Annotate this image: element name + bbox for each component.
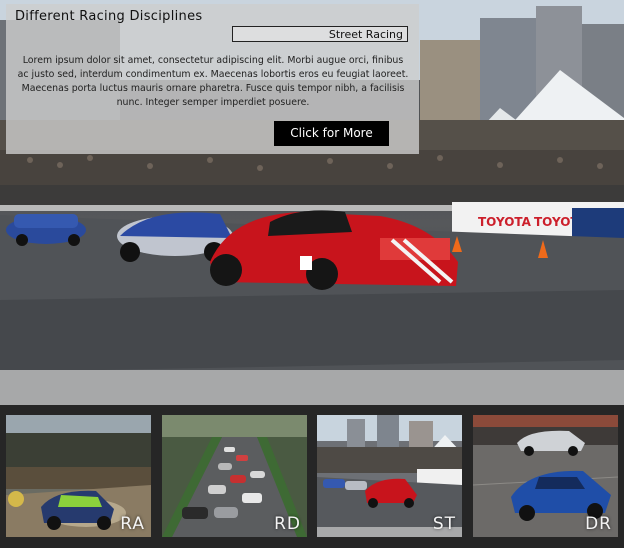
thumbnail-road-racing[interactable]: RD	[162, 415, 307, 537]
red-race-car	[210, 210, 458, 290]
hero-image: TOYOTA TOYOTA Different Racing Disciplin…	[0, 0, 624, 405]
thumbnail-label-dr: DR	[585, 514, 612, 534]
thumbnail-rally[interactable]: RA	[6, 415, 151, 537]
click-for-more-button[interactable]: Click for More	[274, 121, 389, 146]
thumbnail-drift[interactable]: DR	[473, 415, 618, 537]
svg-text:TOYOTA: TOYOTA	[478, 215, 532, 229]
thumbnail-street-racing[interactable]: ST	[317, 415, 462, 537]
thumbnail-label-ra: RA	[120, 514, 145, 534]
thumbnail-label-st: ST	[432, 514, 456, 534]
discipline-label: Street Racing	[232, 26, 408, 42]
thumbnail-label-rd: RD	[274, 514, 301, 534]
discipline-thumbnails: RA RD ST DR	[0, 405, 624, 548]
panel-description: Lorem ipsum dolor sit amet, consectetur …	[17, 55, 409, 108]
blue-race-car-left	[6, 214, 86, 246]
info-panel: Different Racing Disciplines Street Raci…	[6, 4, 419, 154]
panel-title: Different Racing Disciplines	[15, 9, 203, 24]
